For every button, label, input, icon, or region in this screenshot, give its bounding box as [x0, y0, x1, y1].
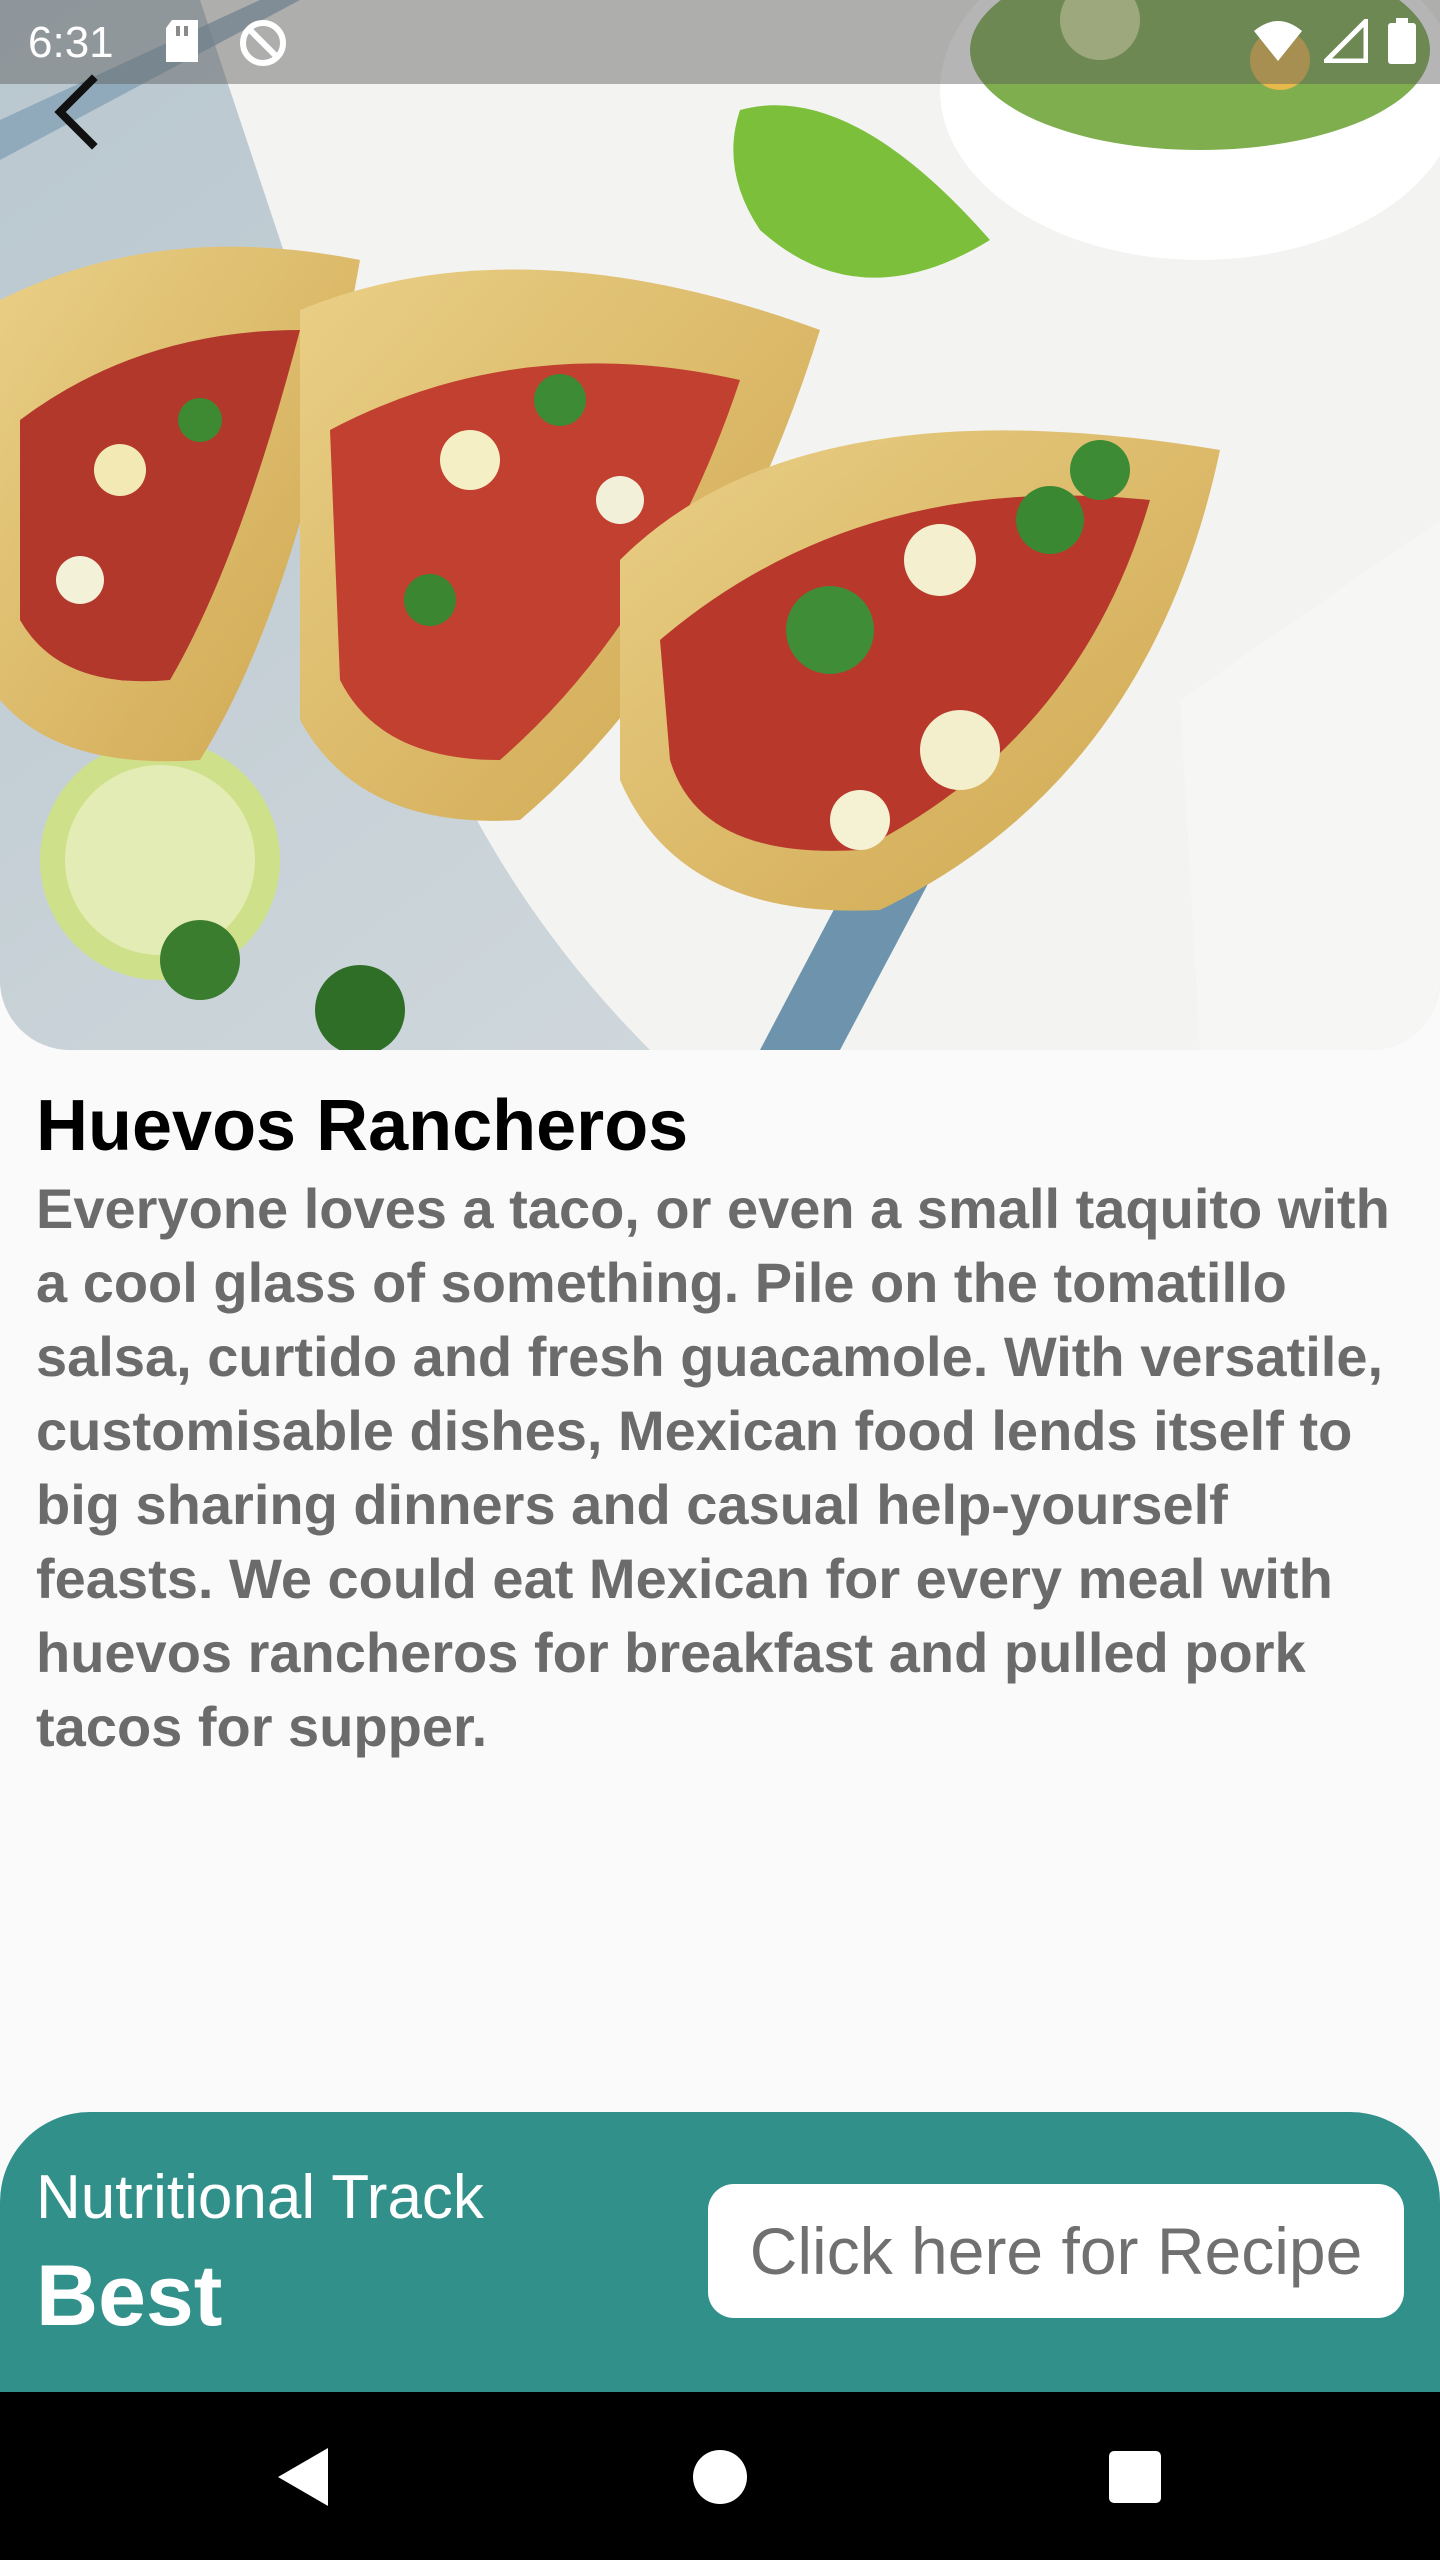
system-nav-bar [0, 2392, 1440, 2560]
recipe-title: Huevos Rancheros [36, 1086, 689, 1166]
wifi-icon [1254, 21, 1302, 61]
nutrition-panel: Nutritional Track Best Click here for Re… [0, 2112, 1440, 2392]
tacos-photo [0, 0, 1440, 1050]
back-button[interactable] [40, 70, 120, 150]
sd-card-icon [166, 20, 198, 62]
nutrition-label: Nutritional Track [36, 2163, 484, 2232]
recents-square-icon[interactable] [1100, 2442, 1170, 2512]
chevron-left-icon [54, 74, 98, 150]
recipe-button[interactable]: Click here for Recipe [708, 2184, 1404, 2318]
home-circle-icon[interactable] [685, 2442, 755, 2512]
back-triangle-icon[interactable] [270, 2442, 340, 2512]
status-time: 6:31 [28, 18, 114, 67]
signal-icon [1324, 19, 1368, 63]
status-bar: 6:31 [0, 0, 1440, 84]
battery-icon [1388, 18, 1416, 64]
hero-image [0, 0, 1440, 1050]
do-not-disturb-icon [240, 20, 286, 66]
nutrition-value: Best [36, 2248, 223, 2344]
recipe-description: Everyone loves a taco, or even a small t… [36, 1177, 1390, 1758]
